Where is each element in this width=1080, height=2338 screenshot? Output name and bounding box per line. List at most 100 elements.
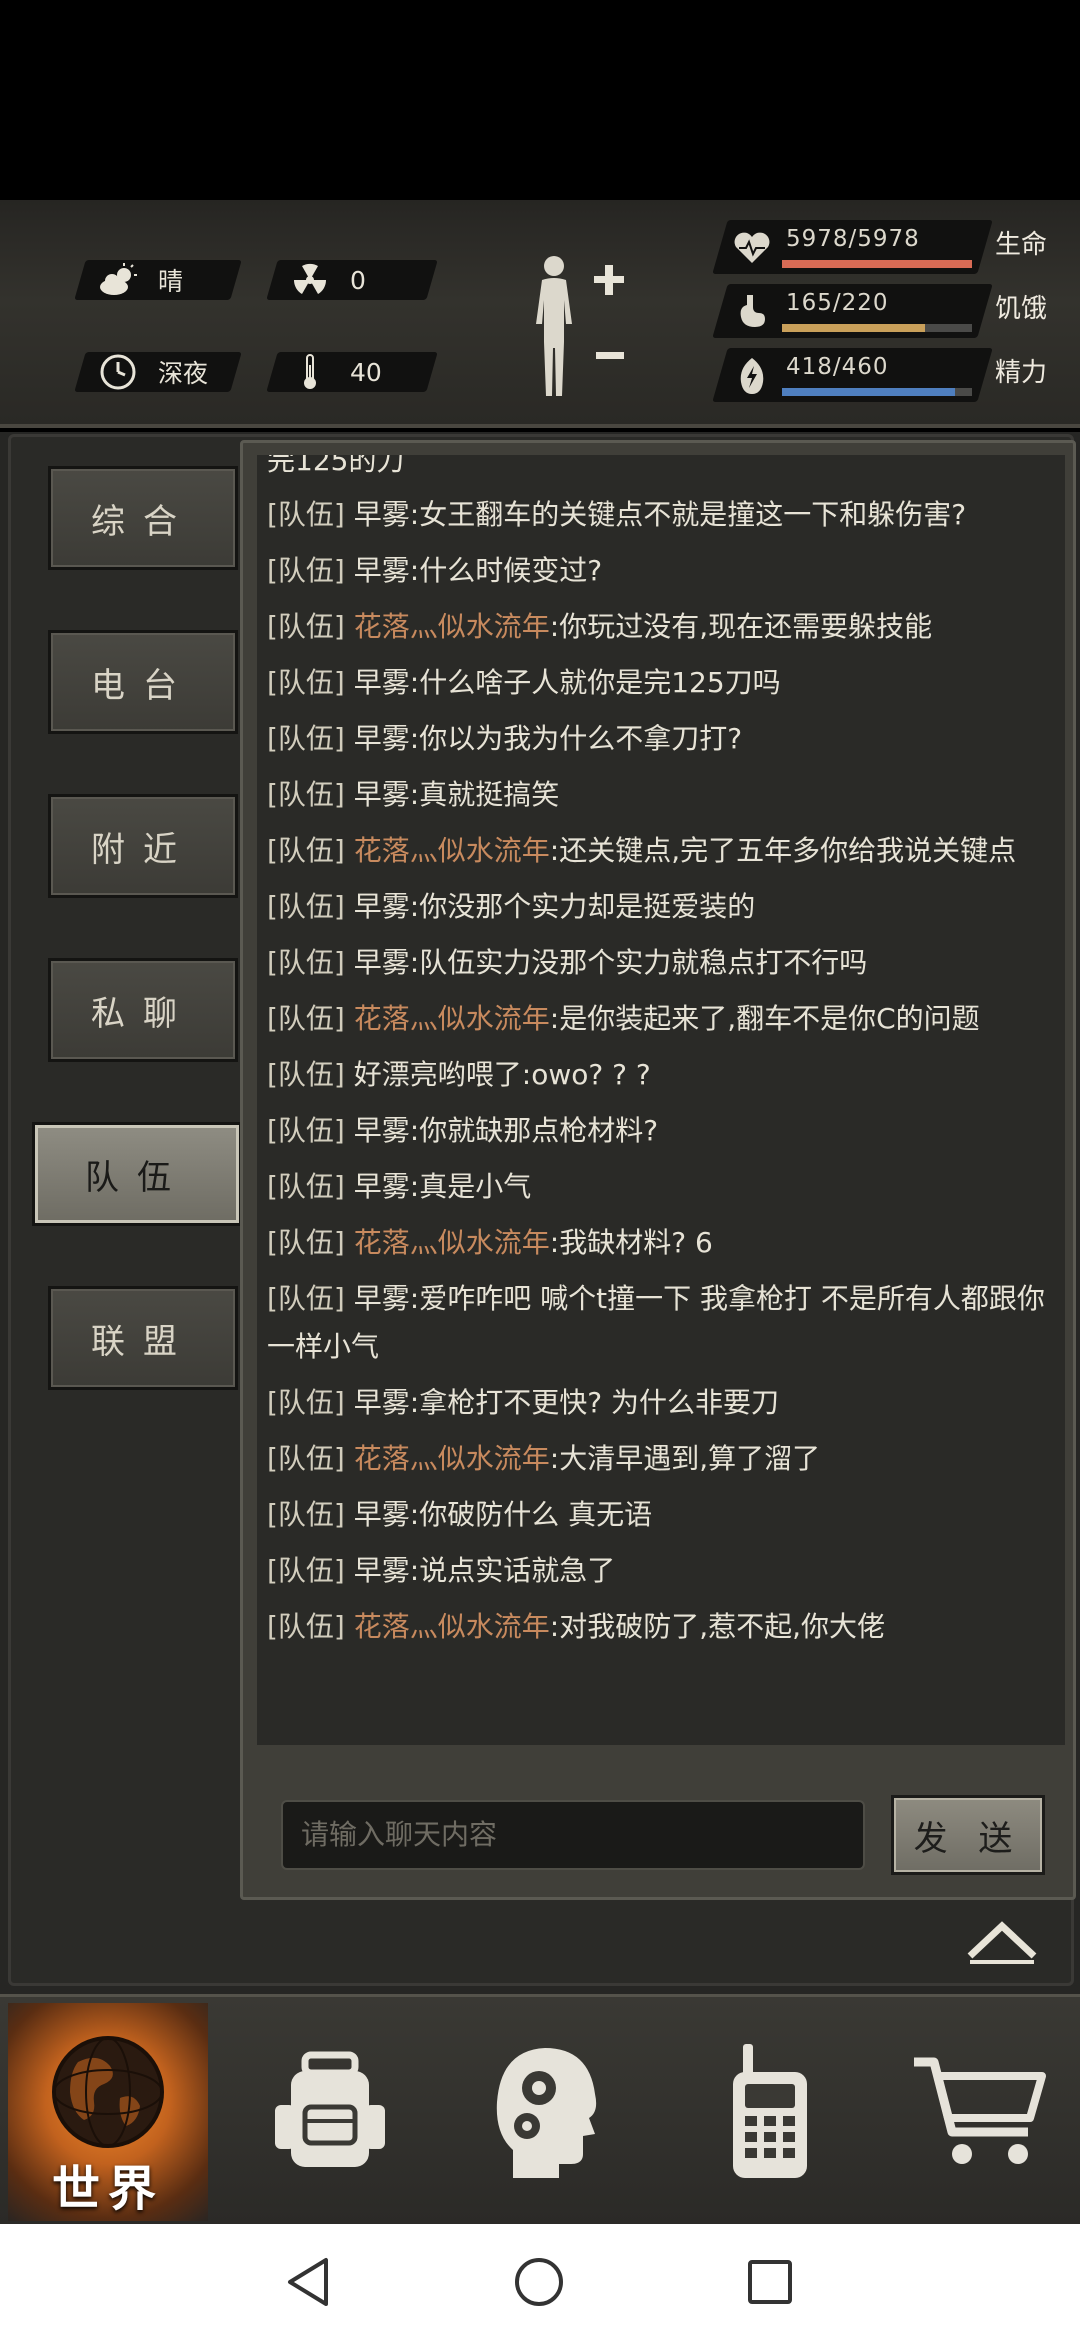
back-triangle-icon [288, 2258, 328, 2306]
message-channel: [队伍] [267, 666, 345, 699]
message-sender[interactable]: 花落灬似水流年 [354, 1226, 550, 1259]
system-navigation-bar [0, 2224, 1080, 2338]
thermometer-icon [290, 352, 330, 392]
message-sender[interactable]: 花落灬似水流年 [354, 834, 550, 867]
chat-message: [队伍] 花落灬似水流年:你玩过没有,现在还需要躲技能 [257, 599, 1065, 655]
message-text: :你玩过没有,现在还需要躲技能 [549, 610, 933, 643]
tab-nearby[interactable]: 附近 [48, 794, 238, 898]
energy-vital: 418/460 精力 [712, 348, 1060, 402]
recents-button[interactable] [742, 2254, 798, 2310]
message-channel: [队伍] [267, 554, 345, 587]
message-sender[interactable]: 早雾 [354, 1282, 410, 1315]
chat-message: [队伍] 花落灬似水流年:是你装起来了,翻车不是你C的问题 [257, 991, 1065, 1047]
message-sender[interactable]: 早雾 [354, 1386, 410, 1419]
back-button[interactable] [280, 2254, 336, 2310]
send-button[interactable]: 发 送 [891, 1795, 1045, 1875]
message-sender[interactable]: 早雾 [354, 946, 410, 979]
message-channel: [队伍] [267, 1442, 345, 1475]
chat-message: [队伍] 早雾:什么时候变过? [257, 543, 1065, 599]
chat-input[interactable]: 请输入聊天内容 [281, 1800, 865, 1870]
recents-square-icon [748, 2260, 792, 2304]
chat-message: [队伍] 早雾:真是小气 [257, 1159, 1065, 1215]
chat-message: [队伍] 早雾:说点实话就急了 [257, 1543, 1065, 1599]
message-sender[interactable]: 早雾 [354, 722, 410, 755]
message-sender[interactable]: 早雾 [354, 498, 410, 531]
message-channel: [队伍] [267, 1226, 345, 1259]
hunger-label: 饥饿 [995, 294, 1048, 324]
nav-skills[interactable] [450, 2003, 650, 2221]
message-text: :还关键点,完了五年多你给我说关键点 [549, 834, 1017, 867]
radiation-stat: 0 [266, 260, 438, 300]
message-sender[interactable]: 早雾 [354, 1498, 410, 1531]
bottom-navigation: 世界 [0, 1994, 1080, 2224]
message-channel: [队伍] [267, 722, 345, 755]
energy-bar [782, 388, 972, 396]
nav-world[interactable]: 世界 [8, 2003, 208, 2221]
top-black-area [0, 0, 1080, 200]
message-sender[interactable]: 花落灬似水流年 [354, 1610, 550, 1643]
tab-private[interactable]: 私聊 [48, 958, 238, 1062]
skills-head-icon [496, 2048, 597, 2178]
message-sender[interactable]: 早雾 [354, 666, 410, 699]
message-sender[interactable]: 早雾 [354, 778, 410, 811]
message-sender[interactable]: 早雾 [354, 1170, 410, 1203]
chat-message: [队伍] 早雾:队伍实力没那个实力就稳点打不行吗 [257, 935, 1065, 991]
chat-message: [队伍] 早雾:什么啥子人就你是完125刀吗 [257, 655, 1065, 711]
message-channel: [队伍] [267, 1114, 345, 1147]
message-channel: [队伍] [267, 1282, 345, 1315]
message-sender[interactable]: 早雾 [354, 1554, 410, 1587]
health-value: 5978/5978 [786, 226, 920, 252]
message-sender[interactable]: 花落灬似水流年 [354, 610, 550, 643]
hunger-bar [782, 324, 972, 332]
chat-message: [队伍] 花落灬似水流年:还关键点,完了五年多你给我说关键点 [257, 823, 1065, 879]
health-label: 生命 [995, 230, 1048, 260]
status-header: 晴 0 深夜 40 5978/5978 生命 165/220 饥饿 418/46… [0, 200, 1080, 428]
home-button[interactable] [511, 2254, 567, 2310]
body-status-button[interactable] [520, 252, 630, 402]
collapse-button[interactable] [962, 1912, 1042, 1968]
message-sender[interactable]: 花落灬似水流年 [354, 1002, 550, 1035]
message-text: :你以为我为什么不拿刀打? [409, 722, 743, 755]
message-text: :拿枪打不更快? 为什么非要刀 [409, 1386, 779, 1419]
chat-message: [队伍] 早雾:你没那个实力却是挺爱装的 [257, 879, 1065, 935]
hunger-value: 165/220 [786, 290, 889, 316]
message-text: :大清早遇到,算了溜了 [549, 1442, 821, 1475]
message-text: :说点实话就急了 [409, 1554, 616, 1587]
energy-icon [732, 356, 772, 396]
tab-radio[interactable]: 电台 [48, 630, 238, 734]
health-vital: 5978/5978 生命 [712, 220, 1060, 274]
message-channel: [队伍] [267, 1170, 345, 1203]
home-circle-icon [515, 2258, 563, 2306]
energy-value: 418/460 [786, 354, 889, 380]
health-bar [782, 260, 972, 268]
message-sender[interactable]: 早雾 [354, 890, 410, 923]
nav-radio[interactable] [670, 2003, 870, 2221]
message-channel: [队伍] [267, 834, 345, 867]
nav-shop[interactable] [880, 2003, 1080, 2221]
chat-message: [队伍] 早雾:爱咋咋吧 喊个t撞一下 我拿枪打 不是所有人都跟你一样小气 [257, 1271, 1065, 1375]
backpack-icon [275, 2051, 385, 2167]
nav-backpack[interactable] [230, 2003, 430, 2221]
chat-message: [队伍] 早雾:你以为我为什么不拿刀打? [257, 711, 1065, 767]
chat-log[interactable]: 完125的刀 [队伍] 早雾:女王翻车的关键点不就是撞这一下和躲伤害? [队伍] … [257, 455, 1065, 1745]
message-channel: [队伍] [267, 1058, 345, 1091]
message-channel: [队伍] [267, 946, 345, 979]
message-sender[interactable]: 早雾 [354, 1114, 410, 1147]
partial-message: 完125的刀 [267, 455, 405, 477]
chat-message: [队伍] 早雾:你就缺那点枪材料? [257, 1103, 1065, 1159]
heart-icon [732, 228, 772, 268]
chat-message: [队伍] 花落灬似水流年:大清早遇到,算了溜了 [257, 1431, 1065, 1487]
chat-message: [队伍] 花落灬似水流年:对我破防了,惹不起,你大佬 [257, 1599, 1065, 1655]
message-sender[interactable]: 花落灬似水流年 [354, 1442, 550, 1475]
message-channel: [队伍] [267, 1554, 345, 1587]
tab-alliance[interactable]: 联盟 [48, 1286, 238, 1390]
message-channel: [队伍] [267, 498, 345, 531]
tab-team[interactable]: 队伍 [32, 1122, 242, 1226]
tab-general[interactable]: 综合 [48, 466, 238, 570]
message-text: :我缺材料? 6 [549, 1226, 713, 1259]
message-text: :女王翻车的关键点不就是撞这一下和躲伤害? [409, 498, 967, 531]
message-channel: [队伍] [267, 1610, 345, 1643]
message-sender[interactable]: 早雾 [354, 554, 410, 587]
time-stat: 深夜 [74, 352, 242, 392]
message-sender[interactable]: 好漂亮哟 [354, 1058, 466, 1091]
